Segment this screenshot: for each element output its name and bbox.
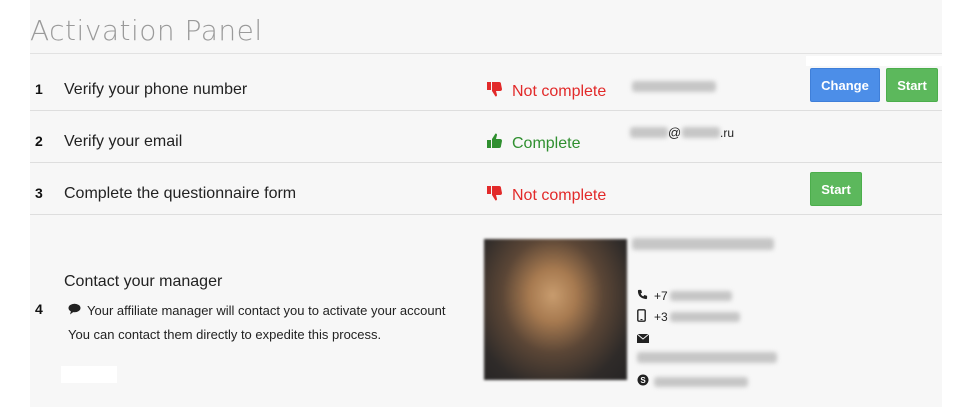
mobile-icon bbox=[637, 309, 651, 325]
status-complete: Complete bbox=[487, 133, 580, 154]
status-not-complete: Not complete bbox=[487, 81, 606, 102]
manager-phone: +7 bbox=[637, 289, 732, 303]
manager-hint-text: You can contact them directly to expedit… bbox=[68, 327, 382, 342]
email-tld: .ru bbox=[720, 126, 735, 140]
step-number: 1 bbox=[35, 81, 43, 97]
skype-icon: S bbox=[637, 374, 651, 389]
status-text: Not complete bbox=[512, 82, 607, 100]
page-title: Activation Panel bbox=[30, 14, 263, 47]
manager-skype: S bbox=[637, 374, 748, 389]
step-number: 4 bbox=[35, 301, 43, 317]
thumbs-down-icon bbox=[487, 185, 503, 206]
status-not-complete: Not complete bbox=[487, 185, 606, 206]
row-divider bbox=[30, 110, 942, 111]
row-divider bbox=[30, 162, 942, 163]
step-number: 2 bbox=[35, 133, 43, 149]
manager-email bbox=[636, 332, 654, 346]
start-button-phone[interactable]: Start bbox=[886, 68, 938, 102]
manager-name-redacted bbox=[632, 238, 774, 250]
mobile-redacted bbox=[669, 312, 740, 322]
skype-redacted bbox=[654, 376, 748, 387]
step-row-1: 1 Verify your phone number Not complete bbox=[30, 60, 942, 110]
blank-area bbox=[61, 366, 117, 383]
phone-prefix: +7 bbox=[654, 289, 668, 303]
step-row-2: 2 Verify your email Complete @ .ru bbox=[30, 112, 942, 162]
step-label: Verify your email bbox=[64, 133, 183, 150]
row-divider bbox=[30, 214, 942, 215]
step-label: Complete the questionnaire form bbox=[64, 185, 297, 202]
white-patch bbox=[806, 56, 942, 66]
phone-redacted bbox=[669, 291, 732, 301]
mobile-prefix: +3 bbox=[654, 310, 668, 324]
envelope-icon bbox=[636, 332, 651, 346]
manager-mobile: +3 bbox=[637, 309, 740, 325]
step-number: 3 bbox=[35, 185, 43, 201]
phone-number-redacted bbox=[632, 81, 716, 92]
step-row-3: 3 Complete the questionnaire form Not co… bbox=[30, 164, 942, 214]
thumbs-down-icon bbox=[487, 81, 503, 102]
email-domain-redacted bbox=[682, 127, 720, 138]
status-text: Not complete bbox=[512, 186, 607, 204]
step-label: Contact your manager bbox=[64, 273, 223, 290]
start-button-questionnaire[interactable]: Start bbox=[810, 172, 862, 206]
email-redacted bbox=[637, 352, 777, 363]
manager-message: Your affiliate manager will contact you … bbox=[68, 303, 445, 318]
change-button[interactable]: Change bbox=[810, 68, 880, 102]
step-label: Verify your phone number bbox=[64, 81, 248, 98]
status-text: Complete bbox=[512, 134, 581, 152]
manager-avatar bbox=[484, 239, 627, 380]
speech-bubble-icon bbox=[68, 303, 81, 318]
svg-text:S: S bbox=[640, 376, 646, 385]
manager-message-text: Your affiliate manager will contact you … bbox=[87, 303, 446, 318]
thumbs-up-icon bbox=[487, 133, 503, 154]
email-at: @ bbox=[668, 125, 682, 140]
title-divider bbox=[30, 53, 942, 54]
manager-hint: You can contact them directly to expedit… bbox=[68, 327, 381, 342]
email-user-redacted bbox=[630, 127, 668, 138]
phone-icon bbox=[637, 289, 651, 303]
